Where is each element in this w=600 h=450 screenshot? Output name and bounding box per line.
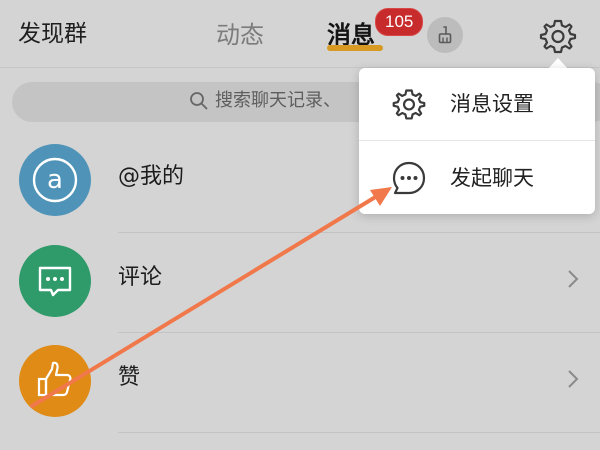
chevron-right-icon [568,370,579,388]
settings-button[interactable] [538,16,578,56]
row-divider [118,432,600,433]
menu-item-start-chat[interactable]: 发起聊天 [359,142,595,214]
mentions-avatar: a [19,144,91,216]
comment-icon [38,266,72,297]
thumbs-up-icon [37,361,72,397]
gear-icon [539,19,577,54]
unread-badge: 105 [375,8,424,36]
settings-popup-menu: 消息设置 发起聊天 [359,68,595,214]
list-item-likes[interactable]: 赞 [0,331,600,430]
at-icon: a [32,157,78,203]
comments-avatar [19,245,91,317]
gear-icon [392,89,426,120]
likes-avatar [19,345,91,417]
search-icon [190,92,208,110]
broom-icon [438,26,452,44]
chat-bubble-icon [392,161,426,195]
top-bar [0,0,600,68]
list-item-label: 赞 [118,365,141,390]
chevron-right-icon [568,270,579,288]
discover-groups-link[interactable]: 发现群 [18,18,87,50]
menu-item-label: 发起聊天 [450,166,534,190]
active-tab-indicator [327,45,383,51]
menu-divider [359,140,595,141]
search-placeholder: 搜索聊天记录、 [215,90,341,111]
list-item-label: @我的 [118,164,185,189]
menu-item-label: 消息设置 [450,92,534,116]
clear-unread-button[interactable] [427,17,463,53]
svg-text:a: a [47,165,63,195]
list-item-comments[interactable]: 评论 [0,231,600,330]
tab-dongtai[interactable]: 动态 [216,18,264,52]
list-item-label: 评论 [118,265,163,290]
menu-item-message-settings[interactable]: 消息设置 [359,68,595,140]
